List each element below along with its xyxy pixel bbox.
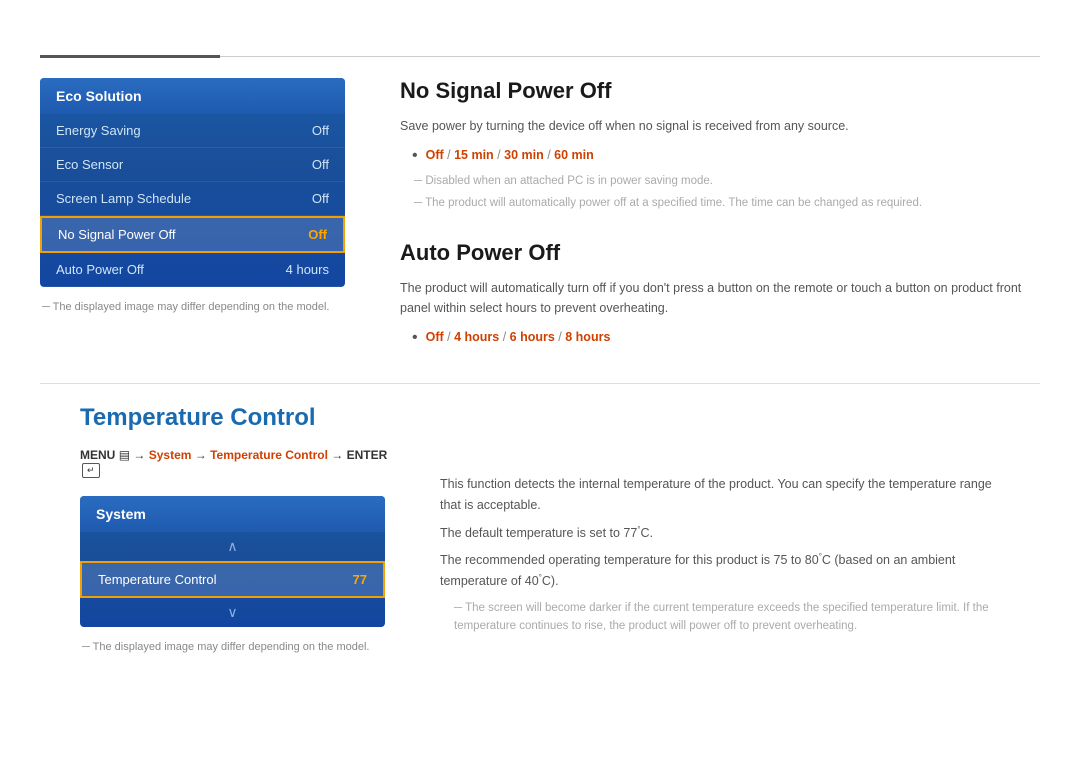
- auto-power-label: Auto Power Off: [56, 262, 144, 277]
- auto-power-value: 4 hours: [286, 262, 329, 277]
- left-panel: Eco Solution Energy Saving Off Eco Senso…: [40, 78, 360, 355]
- menu-item-no-signal[interactable]: No Signal Power Off Off: [40, 216, 345, 253]
- temperature-section: Temperature Control MENU ▤ → System → Te…: [0, 384, 1080, 653]
- enter-label: ENTER: [347, 448, 388, 462]
- auto-power-off: Off: [426, 330, 444, 344]
- right-panel: No Signal Power Off Save power by turnin…: [400, 78, 1040, 355]
- no-signal-30min: 30 min: [504, 148, 544, 162]
- menu-item-auto-power[interactable]: Auto Power Off 4 hours: [40, 253, 345, 287]
- bullet-dot-2: •: [412, 328, 418, 349]
- eco-sensor-value: Off: [312, 157, 329, 172]
- menu-icon: ▤: [119, 448, 130, 462]
- eco-solution-header: Eco Solution: [40, 78, 345, 114]
- path-arrow1: →: [133, 448, 148, 462]
- menu-item-energy-saving[interactable]: Energy Saving Off: [40, 114, 345, 148]
- auto-power-bullet: • Off / 4 hours / 6 hours / 8 hours: [400, 328, 1040, 349]
- auto-power-section: Auto Power Off The product will automati…: [400, 240, 1040, 349]
- page-container: Eco Solution Energy Saving Off Eco Senso…: [0, 0, 1080, 653]
- energy-saving-value: Off: [312, 123, 329, 138]
- no-signal-60min: 60 min: [554, 148, 594, 162]
- screen-lamp-value: Off: [312, 191, 329, 206]
- bottom-left: Temperature Control MENU ▤ → System → Te…: [80, 404, 400, 653]
- no-signal-section: No Signal Power Off Save power by turnin…: [400, 78, 1040, 212]
- arrow-up-row: ∧: [80, 532, 385, 561]
- control-label: Temperature Control: [210, 448, 328, 462]
- screen-lamp-label: Screen Lamp Schedule: [56, 191, 191, 206]
- temp-control-value: 77: [353, 572, 367, 587]
- system-header: System: [80, 496, 385, 532]
- no-signal-title: No Signal Power Off: [400, 78, 1040, 104]
- no-signal-off: Off: [426, 148, 444, 162]
- system-label: System: [149, 448, 192, 462]
- eco-sensor-label: Eco Sensor: [56, 157, 123, 172]
- temp-desc-3: The recommended operating temperature fo…: [440, 550, 1000, 593]
- auto-power-4h: 4 hours: [454, 330, 499, 344]
- no-signal-desc: Save power by turning the device off whe…: [400, 116, 1040, 136]
- no-signal-15min: 15 min: [454, 148, 494, 162]
- arrow-down-row: ∨: [80, 598, 385, 627]
- enter-icon: ↵: [82, 463, 100, 478]
- menu-item-screen-lamp[interactable]: Screen Lamp Schedule Off: [40, 182, 345, 216]
- no-signal-label: No Signal Power Off: [58, 227, 176, 242]
- no-signal-note-1: Disabled when an attached PC is in power…: [400, 173, 1040, 190]
- auto-power-title: Auto Power Off: [400, 240, 1040, 266]
- main-content: Eco Solution Energy Saving Off Eco Senso…: [0, 58, 1080, 355]
- menu-label: MENU: [80, 448, 115, 462]
- temp-desc-1: This function detects the internal tempe…: [440, 474, 1000, 517]
- bottom-right: This function detects the internal tempe…: [440, 404, 1000, 653]
- no-signal-options: Off / 15 min / 30 min / 60 min: [426, 146, 594, 165]
- arrow-up-icon: ∧: [227, 538, 237, 555]
- temp-title: Temperature Control: [80, 404, 400, 432]
- temp-control-label: Temperature Control: [98, 572, 217, 587]
- no-signal-bullet: • Off / 15 min / 30 min / 60 min: [400, 146, 1040, 167]
- divider-light: [220, 56, 1040, 57]
- no-signal-value: Off: [308, 227, 327, 242]
- footer-note-2: The displayed image may differ depending…: [80, 641, 400, 653]
- menu-item-eco-sensor[interactable]: Eco Sensor Off: [40, 148, 345, 182]
- bottom-area: Temperature Control MENU ▤ → System → Te…: [40, 404, 1040, 653]
- system-temp-item[interactable]: Temperature Control 77: [80, 561, 385, 598]
- auto-power-options: Off / 4 hours / 6 hours / 8 hours: [426, 328, 611, 347]
- no-signal-note-2: The product will automatically power off…: [400, 195, 1040, 212]
- menu-path: MENU ▤ → System → Temperature Control → …: [80, 448, 400, 478]
- auto-power-6h: 6 hours: [510, 330, 555, 344]
- energy-saving-label: Energy Saving: [56, 123, 141, 138]
- auto-power-8h: 8 hours: [565, 330, 610, 344]
- eco-solution-menu-box: Eco Solution Energy Saving Off Eco Senso…: [40, 78, 345, 287]
- system-menu-box: System ∧ Temperature Control 77 ∨: [80, 496, 385, 627]
- temp-desc-2: The default temperature is set to 77°C.: [440, 523, 1000, 544]
- arrow-down-icon: ∨: [227, 604, 237, 621]
- path-arrow3: →: [331, 448, 346, 462]
- path-arrow2: →: [195, 448, 210, 462]
- temp-note: The screen will become darker if the cur…: [440, 599, 1000, 636]
- footer-note-1: The displayed image may differ depending…: [40, 301, 360, 313]
- bullet-dot-1: •: [412, 146, 418, 167]
- auto-power-desc: The product will automatically turn off …: [400, 278, 1040, 318]
